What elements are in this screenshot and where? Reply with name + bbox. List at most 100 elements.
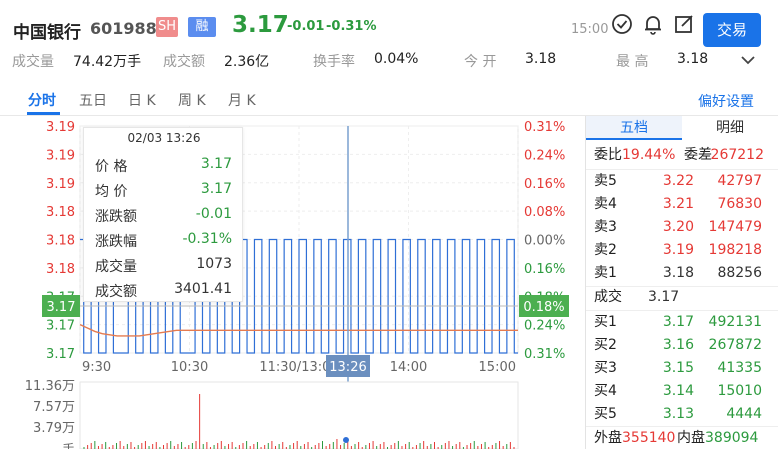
- pct-tick-label: 0.16%: [524, 262, 565, 277]
- price-tick-label: 3.17: [46, 347, 75, 362]
- stat-label-turnover-rate: 换手率: [313, 54, 355, 70]
- bid-price-3: 3.15: [662, 360, 694, 376]
- crosshair-time-label: 13:26: [329, 360, 366, 375]
- chevron-down-icon[interactable]: [740, 54, 756, 66]
- bid-vol-2: 267872: [708, 337, 762, 353]
- tooltip-label-price: 价 格: [95, 159, 128, 175]
- ask-price-2: 3.19: [662, 242, 694, 258]
- tooltip-label-avg: 均 价: [95, 184, 128, 200]
- stat-value-open: 3.18: [525, 51, 557, 67]
- price-tick-label: 3.18: [46, 234, 75, 249]
- trade-button[interactable]: 交易: [703, 13, 761, 47]
- tooltip-value-avg: 3.17: [200, 181, 232, 197]
- bid-vol-1: 492131: [708, 314, 762, 330]
- bid-label-4: 买4: [594, 383, 617, 399]
- bid-label-2: 买2: [594, 337, 617, 353]
- time-tick-label: 14:00: [390, 360, 427, 375]
- volume-tick-label: 3.79万: [33, 421, 75, 436]
- bid-price-4: 3.14: [662, 383, 694, 399]
- bid-vol-5: 4444: [726, 406, 762, 422]
- price-change: -0.01: [287, 19, 325, 34]
- inner-label: 内盘: [677, 430, 705, 446]
- ask-price-4: 3.21: [662, 196, 694, 212]
- margin-badge: 融: [188, 17, 216, 37]
- pct-tick-label: 0.00%: [524, 234, 565, 249]
- tooltip-value-price: 3.17: [200, 156, 232, 172]
- preferences-link[interactable]: 偏好设置: [698, 91, 754, 111]
- tooltip-value-change: -0.01: [195, 206, 232, 222]
- tooltip-value-change-pct: -0.31%: [182, 231, 232, 247]
- last-trade-label: 成交: [594, 289, 622, 305]
- inner-value: 389094: [705, 430, 759, 446]
- tab-intraday[interactable]: 分时: [28, 90, 56, 110]
- bid-vol-3: 41335: [717, 360, 762, 376]
- tab-five-level[interactable]: 五档: [586, 116, 682, 140]
- volume-tick-label: 11.36万: [25, 379, 75, 394]
- pct-tick-label: 0.31%: [524, 347, 565, 362]
- tab-daily-k[interactable]: 日 K: [128, 90, 156, 110]
- bid-price-1: 3.17: [662, 314, 694, 330]
- bid-label-1: 买1: [594, 314, 617, 330]
- volume-tick-label: 手: [62, 443, 75, 449]
- edit-icon[interactable]: [673, 13, 695, 35]
- ask-label-1: 卖1: [594, 265, 617, 281]
- wei-cha-label: 委差: [684, 147, 712, 163]
- time-tick-label: 15:00: [479, 360, 516, 375]
- bid-label-5: 买5: [594, 406, 617, 422]
- tab-monthly-k[interactable]: 月 K: [228, 90, 256, 110]
- tooltip-value-volume: 1073: [196, 256, 232, 272]
- ask-vol-4: 76830: [717, 196, 762, 212]
- ask-label-2: 卖2: [594, 242, 617, 258]
- outer-label: 外盘: [594, 430, 622, 446]
- pct-tick-label: 0.08%: [524, 205, 565, 220]
- bid-label-3: 买3: [594, 360, 617, 376]
- tooltip-time: 02/03 13:26: [127, 131, 201, 145]
- stock-code: 601988: [90, 19, 157, 38]
- pct-tick-label: 0.16%: [524, 177, 565, 192]
- order-book-panel: 五档 明细 委比 19.44% 委差 267212 卖5 3.22 42797 …: [585, 116, 778, 449]
- bid-price-5: 3.13: [662, 406, 694, 422]
- ask-price-5: 3.22: [662, 173, 694, 189]
- tooltip-label-volume: 成交量: [95, 259, 137, 275]
- volume-plot-area: [79, 381, 519, 449]
- ask-vol-3: 147479: [708, 219, 762, 235]
- sh-badge: SH: [156, 17, 178, 37]
- pct-tick-label: 0.31%: [524, 120, 565, 135]
- tab-five-day[interactable]: 五日: [79, 90, 107, 110]
- bell-icon[interactable]: [642, 13, 664, 35]
- price-tick-label: 3.19: [46, 120, 75, 135]
- time-tick-label: 9:30: [82, 360, 111, 375]
- ask-vol-2: 198218: [708, 242, 762, 258]
- pct-tick-label: 0.24%: [524, 319, 565, 334]
- stat-label-open: 今 开: [464, 54, 497, 70]
- volume-marker: [343, 437, 349, 443]
- wei-cha-value: 267212: [710, 147, 764, 163]
- stat-label-volume: 成交量: [12, 54, 54, 70]
- price-tick-label: 3.19: [46, 177, 75, 192]
- stat-value-high: 3.18: [677, 51, 709, 67]
- current-price: 3.17: [232, 12, 289, 38]
- ask-vol-5: 42797: [717, 173, 762, 189]
- stat-label-high: 最 高: [616, 54, 649, 70]
- tooltip-label-change-pct: 涨跌幅: [95, 234, 137, 250]
- ask-label-3: 卖3: [594, 219, 617, 235]
- tab-weekly-k[interactable]: 周 K: [178, 90, 206, 110]
- tooltip-label-change: 涨跌额: [95, 209, 137, 225]
- price-tick-label: 3.18: [46, 262, 75, 277]
- check-circle-icon[interactable]: [611, 13, 633, 35]
- current-pct-badge-label: 0.18%: [523, 300, 564, 315]
- ask-label-4: 卖4: [594, 196, 617, 212]
- price-tick-label: 3.19: [46, 148, 75, 163]
- ask-price-3: 3.20: [662, 219, 694, 235]
- stock-name: 中国银行: [13, 23, 81, 43]
- ask-label-5: 卖5: [594, 173, 617, 189]
- stat-value-volume: 74.42万手: [73, 54, 142, 70]
- wei-bi-label: 委比: [594, 147, 622, 163]
- current-price-badge-label: 3.17: [47, 300, 76, 315]
- tab-detail[interactable]: 明细: [682, 116, 778, 140]
- tooltip-label-amount: 成交额: [95, 284, 137, 300]
- stat-label-turnover: 成交额: [163, 54, 205, 70]
- bid-price-2: 3.16: [662, 337, 694, 353]
- ask-price-1: 3.18: [662, 265, 694, 281]
- tooltip-value-amount: 3401.41: [174, 281, 232, 297]
